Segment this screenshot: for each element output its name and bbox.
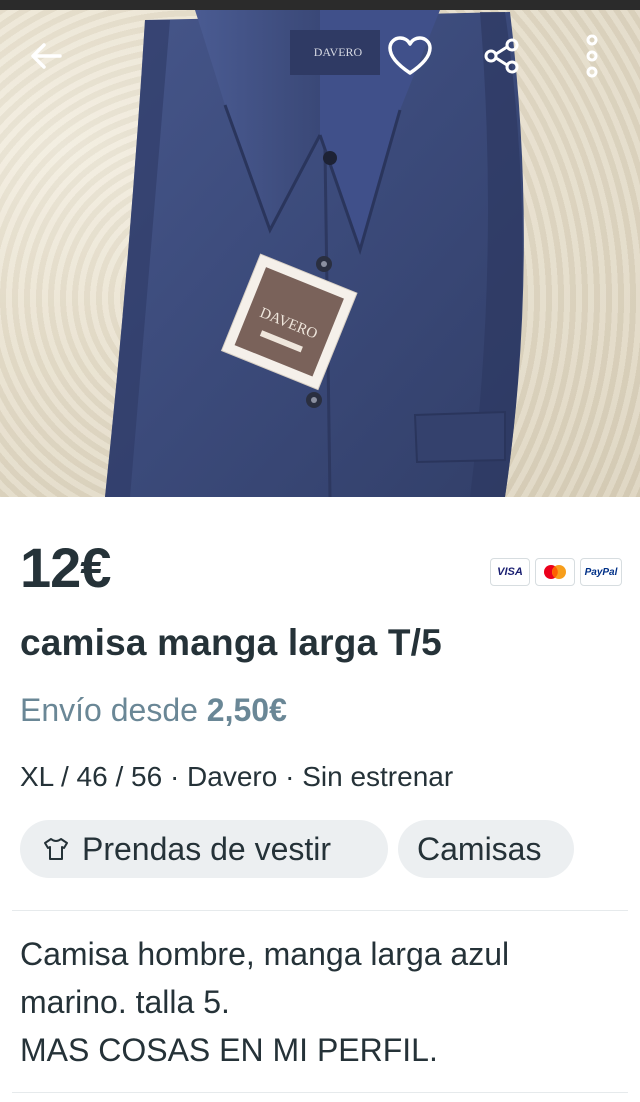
collar-label-text: DAVERO (314, 45, 363, 59)
share-icon (484, 38, 519, 74)
heart-icon (388, 36, 432, 75)
visa-label: VISA (497, 566, 523, 578)
product-description: Camisa hombre, manga larga azul marino. … (20, 930, 620, 1074)
category-chip-label: Camisas (417, 830, 542, 867)
paypal-label: PayPal (584, 566, 618, 578)
payment-paypal-badge: PayPal (580, 558, 622, 586)
product-photo[interactable]: DAVERO DAVERO (0, 0, 640, 497)
product-attributes: XL / 46 / 56 · Davero · Sin estrenar (20, 761, 454, 792)
description-line: marino. talla 5. (20, 984, 230, 1020)
status-bar-shade (0, 0, 640, 10)
category-chip-camisas[interactable]: Camisas (398, 820, 574, 878)
product-title: camisa manga larga T/5 (20, 622, 442, 663)
payment-mastercard-badge (535, 558, 575, 586)
more-vertical-icon (586, 34, 598, 78)
tshirt-icon (42, 836, 70, 862)
share-button[interactable] (474, 28, 530, 84)
favorite-button[interactable] (382, 28, 438, 84)
more-options-button[interactable] (564, 28, 620, 84)
arrow-left-icon (31, 43, 62, 69)
category-chip-label: Prendas de vestir (82, 830, 332, 867)
category-chip-prendas[interactable]: Prendas de vestir (20, 820, 388, 878)
shipping-info: Envío desde 2,50€ (20, 692, 287, 729)
shipping-prefix: Envío desde (20, 692, 198, 728)
description-line: Camisa hombre, manga larga azul (20, 936, 510, 972)
price: 12€ (20, 536, 111, 599)
description-line: MAS COSAS EN MI PERFIL. (20, 1032, 438, 1068)
shipping-price: 2,50€ (206, 692, 287, 728)
payment-visa-badge: VISA (490, 558, 530, 586)
divider (12, 1092, 628, 1093)
divider (12, 910, 628, 911)
shirt-image: DAVERO DAVERO (105, 8, 524, 497)
back-button[interactable] (18, 28, 74, 84)
mastercard-icon (544, 565, 566, 579)
